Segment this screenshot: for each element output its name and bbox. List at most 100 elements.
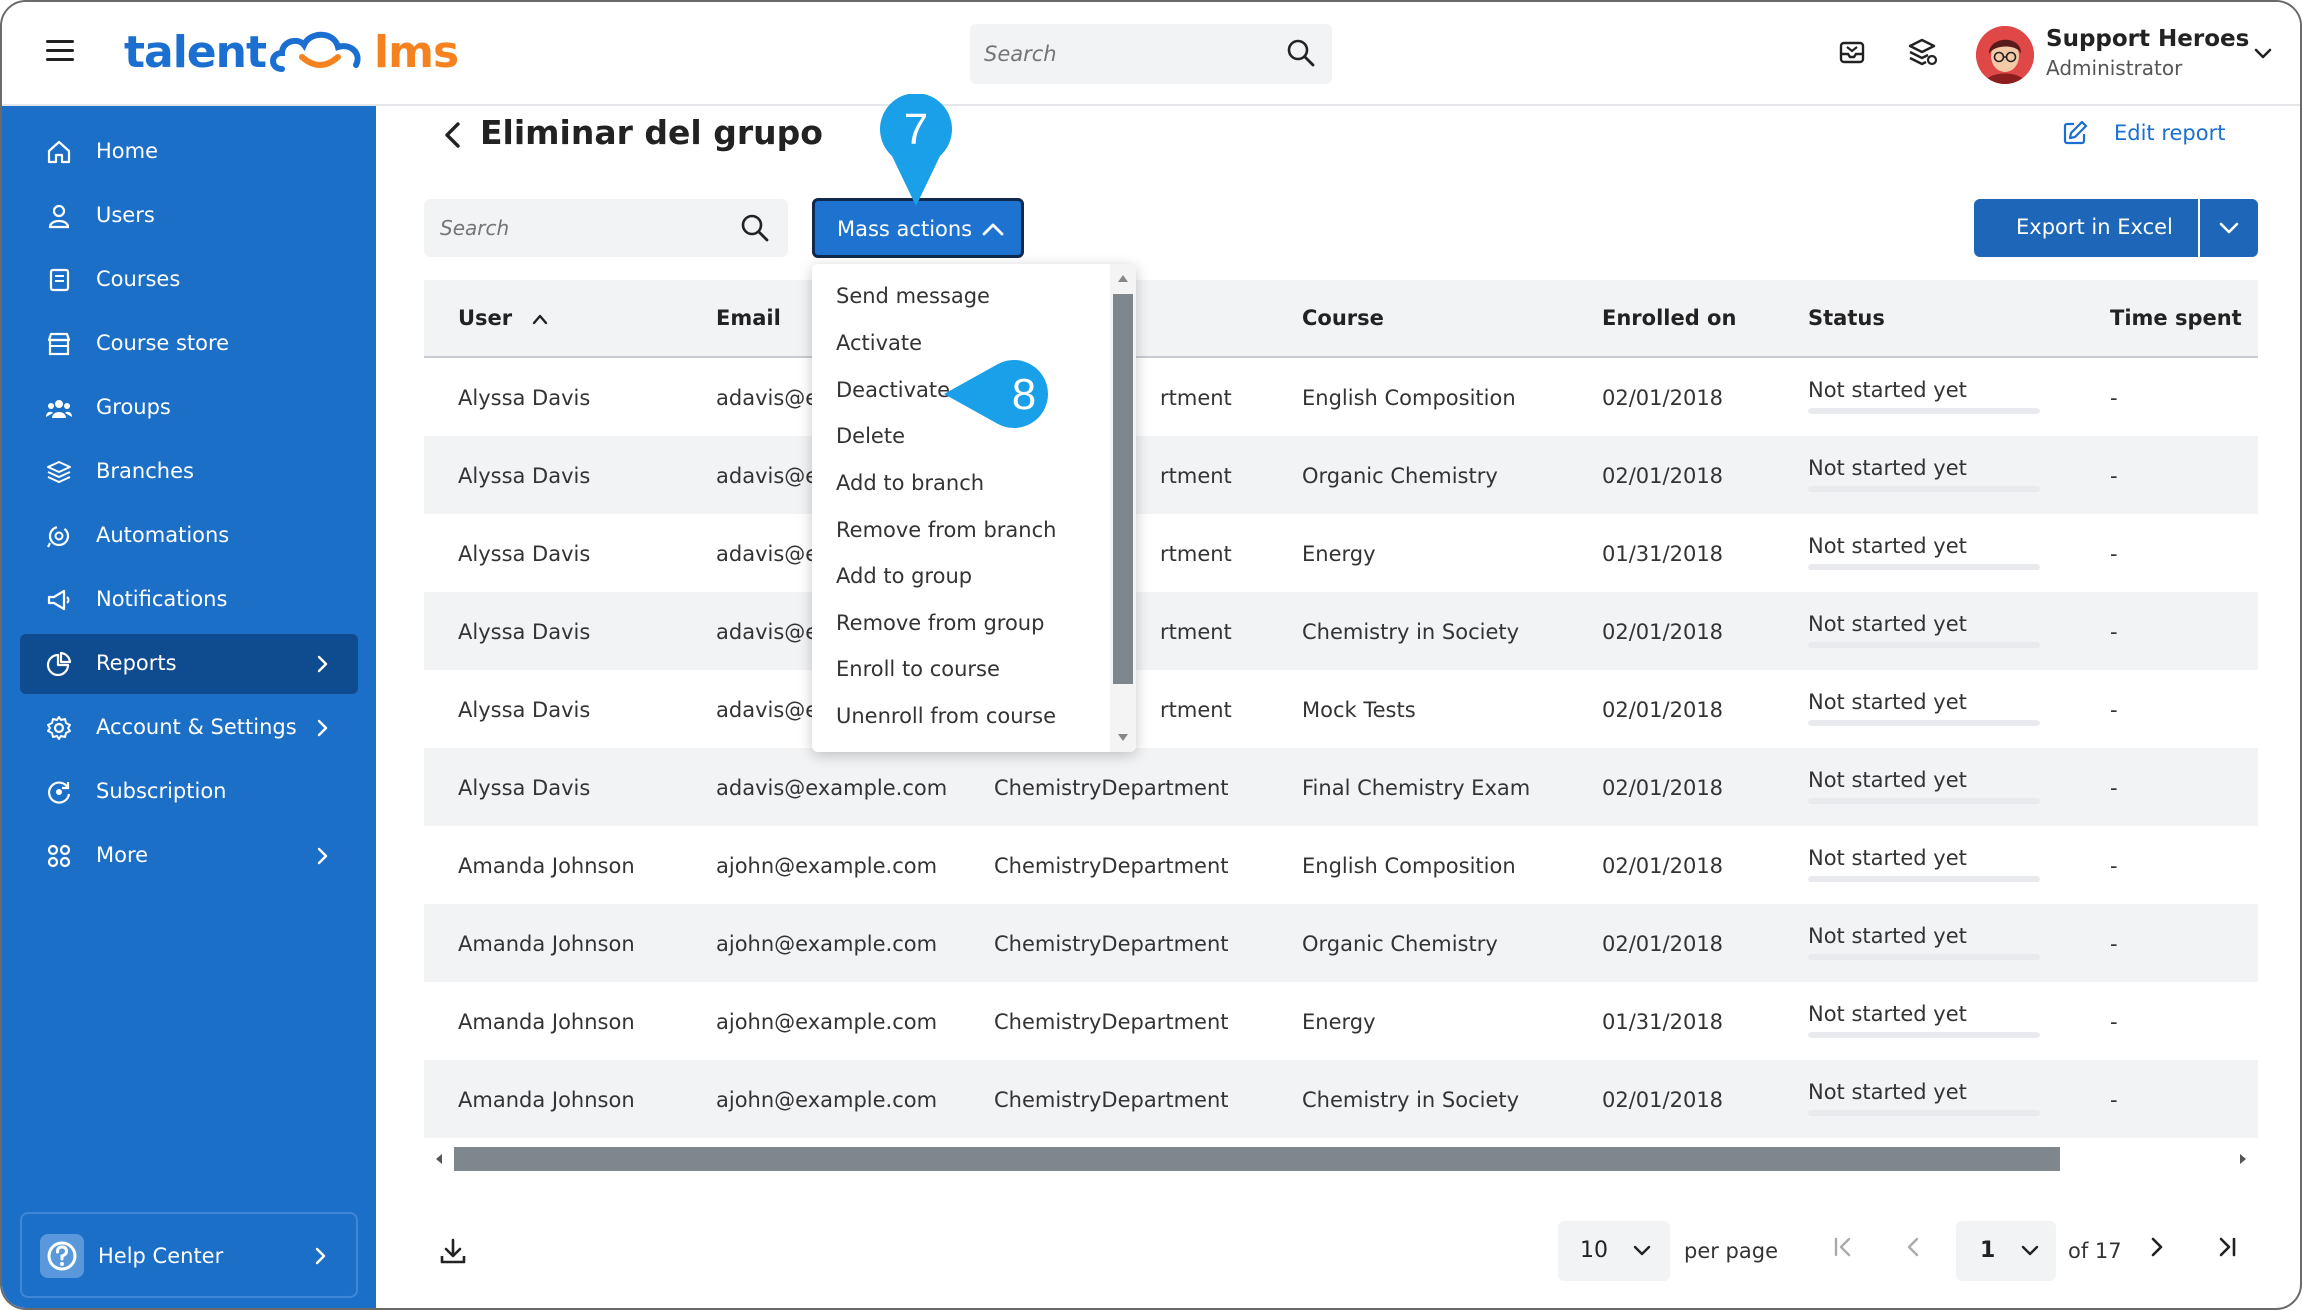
column-header-user[interactable]: User bbox=[458, 306, 549, 330]
sidebar-item-subscription[interactable]: Subscription bbox=[20, 762, 358, 822]
table-row[interactable]: Amanda Johnson ajohn@example.com Chemist… bbox=[424, 826, 2258, 904]
sidebar-item-notifications[interactable]: Notifications bbox=[20, 570, 358, 630]
hamburger-icon[interactable] bbox=[46, 40, 74, 64]
table-row[interactable]: Alyssa Davis adavis@e rtment Mock Tests … bbox=[424, 670, 2258, 748]
table-search[interactable] bbox=[424, 199, 788, 257]
page-select[interactable]: 1 bbox=[1956, 1221, 2056, 1281]
cell-time-spent: - bbox=[2110, 854, 2118, 878]
menu-item-unenroll-from-course[interactable]: Unenroll from course bbox=[836, 704, 1056, 728]
cell-branch: rtment bbox=[1160, 698, 1232, 722]
last-page-icon[interactable] bbox=[2214, 1234, 2240, 1260]
user-menu[interactable]: Support Heroes Administrator bbox=[1964, 16, 2284, 92]
table-row[interactable]: Alyssa Davis adavis@e rtment Energy 01/3… bbox=[424, 514, 2258, 592]
search-icon[interactable] bbox=[740, 213, 770, 243]
back-arrow-icon[interactable] bbox=[440, 120, 466, 150]
chevron-down-icon[interactable] bbox=[2252, 42, 2274, 64]
avatar[interactable] bbox=[1976, 26, 2034, 84]
column-header-enrolled-on[interactable]: Enrolled on bbox=[1602, 306, 1736, 330]
export-options-button[interactable] bbox=[2200, 199, 2258, 257]
mass-actions-label: Mass actions bbox=[837, 217, 973, 241]
scroll-thumb[interactable] bbox=[454, 1147, 2060, 1171]
cell-course: Organic Chemistry bbox=[1302, 932, 1498, 956]
cell-status: Not started yet bbox=[1808, 456, 2040, 492]
progress-bar bbox=[1808, 642, 2040, 648]
user-role: Administrator bbox=[2046, 56, 2183, 80]
cell-time-spent: - bbox=[2110, 932, 2118, 956]
global-search-input[interactable] bbox=[984, 36, 1264, 72]
cell-enrolled-on: 02/01/2018 bbox=[1602, 932, 1724, 956]
sort-ascending-icon[interactable] bbox=[531, 312, 549, 326]
first-page-icon[interactable] bbox=[1830, 1234, 1856, 1260]
sidebar-item-groups[interactable]: Groups bbox=[20, 378, 358, 438]
menu-item-remove-from-group[interactable]: Remove from group bbox=[836, 611, 1044, 635]
menu-item-remove-from-branch[interactable]: Remove from branch bbox=[836, 518, 1056, 542]
inbox-icon[interactable] bbox=[1836, 36, 1868, 68]
table-row[interactable]: Alyssa Davis adavis@e rtment Chemistry i… bbox=[424, 592, 2258, 670]
chevron-down-icon bbox=[1633, 1245, 1651, 1256]
scroll-down-icon[interactable] bbox=[1116, 732, 1130, 744]
progress-bar bbox=[1808, 954, 2040, 960]
menu-item-deactivate[interactable]: Deactivate bbox=[836, 378, 950, 402]
cell-branch: rtment bbox=[1160, 620, 1232, 644]
sidebar-item-home[interactable]: Home bbox=[20, 122, 358, 182]
help-icon bbox=[40, 1234, 84, 1278]
user-icon bbox=[48, 204, 70, 229]
table-row[interactable]: Alyssa Davis adavis@e rtment English Com… bbox=[424, 358, 2258, 436]
step-callout-7: 7 bbox=[880, 94, 952, 206]
cell-email: ajohn@example.com bbox=[716, 1010, 938, 1034]
menu-item-activate[interactable]: Activate bbox=[836, 331, 922, 355]
cell-course: Chemistry in Society bbox=[1302, 1088, 1520, 1112]
scroll-right-icon[interactable] bbox=[2236, 1152, 2250, 1166]
table-row[interactable]: Alyssa Davis adavis@example.com Chemistr… bbox=[424, 748, 2258, 826]
menu-scroll-thumb[interactable] bbox=[1113, 294, 1133, 684]
export-excel-button[interactable]: Export in Excel bbox=[1974, 199, 2198, 257]
sidebar-item-course-store[interactable]: Course store bbox=[20, 314, 358, 374]
edit-report-link[interactable]: Edit report bbox=[2062, 120, 2225, 146]
cell-time-spent: - bbox=[2110, 698, 2118, 722]
column-header-status[interactable]: Status bbox=[1808, 306, 1885, 330]
menu-scrollbar[interactable] bbox=[1110, 264, 1136, 752]
menu-item-add-to-branch[interactable]: Add to branch bbox=[836, 471, 984, 495]
top-bar: talent lms Search Support Heroes Adminis… bbox=[2, 2, 2300, 106]
sidebar-item-branches[interactable]: Branches bbox=[20, 442, 358, 502]
horizontal-scrollbar[interactable] bbox=[424, 1144, 2258, 1174]
previous-page-icon[interactable] bbox=[1900, 1234, 1926, 1260]
menu-item-add-to-group[interactable]: Add to group bbox=[836, 564, 972, 588]
sidebar-item-account-settings[interactable]: Account & Settings bbox=[20, 698, 358, 758]
menu-item-delete[interactable]: Delete bbox=[836, 424, 905, 448]
next-page-icon[interactable] bbox=[2144, 1234, 2170, 1260]
progress-bar bbox=[1808, 798, 2040, 804]
column-header-course[interactable]: Course bbox=[1302, 306, 1384, 330]
table-row[interactable]: Amanda Johnson ajohn@example.com Chemist… bbox=[424, 904, 2258, 982]
layers-settings-icon[interactable] bbox=[1906, 36, 1938, 68]
table-search-input[interactable] bbox=[440, 211, 720, 245]
step-callout-7-number: 7 bbox=[904, 105, 928, 154]
sidebar-item-reports[interactable]: Reports bbox=[20, 634, 358, 694]
table-row[interactable]: Amanda Johnson ajohn@example.com Chemist… bbox=[424, 1060, 2258, 1138]
column-header-time-spent[interactable]: Time spent bbox=[2110, 306, 2242, 330]
column-header-email[interactable]: Email bbox=[716, 306, 781, 330]
download-icon[interactable] bbox=[438, 1236, 468, 1266]
table-row[interactable]: Alyssa Davis adavis@e rtment Organic Che… bbox=[424, 436, 2258, 514]
sidebar-item-users[interactable]: Users bbox=[20, 186, 358, 246]
talentlms-logo[interactable]: talent lms bbox=[124, 24, 459, 80]
global-search[interactable] bbox=[970, 24, 1332, 84]
menu-item-send-message[interactable]: Send message bbox=[836, 284, 990, 308]
sidebar-item-more[interactable]: More bbox=[20, 826, 358, 886]
scroll-up-icon[interactable] bbox=[1116, 272, 1130, 284]
table-row[interactable]: Amanda Johnson ajohn@example.com Chemist… bbox=[424, 982, 2258, 1060]
scroll-left-icon[interactable] bbox=[432, 1152, 446, 1166]
layers-icon bbox=[47, 461, 71, 484]
sidebar-item-automations[interactable]: Automations bbox=[20, 506, 358, 566]
menu-item-enroll-to-course[interactable]: Enroll to course bbox=[836, 657, 1000, 681]
gear-icon bbox=[47, 716, 71, 740]
per-page-select[interactable]: 10 bbox=[1558, 1221, 1670, 1281]
help-center-button[interactable]: Help Center bbox=[20, 1212, 358, 1298]
cell-time-spent: - bbox=[2110, 620, 2118, 644]
search-icon[interactable] bbox=[1286, 38, 1316, 68]
cell-user: Amanda Johnson bbox=[458, 1010, 635, 1034]
sidebar-item-courses[interactable]: Courses bbox=[20, 250, 358, 310]
cell-email: adavis@e bbox=[716, 542, 819, 566]
cell-time-spent: - bbox=[2110, 386, 2118, 410]
book-icon bbox=[49, 268, 70, 292]
